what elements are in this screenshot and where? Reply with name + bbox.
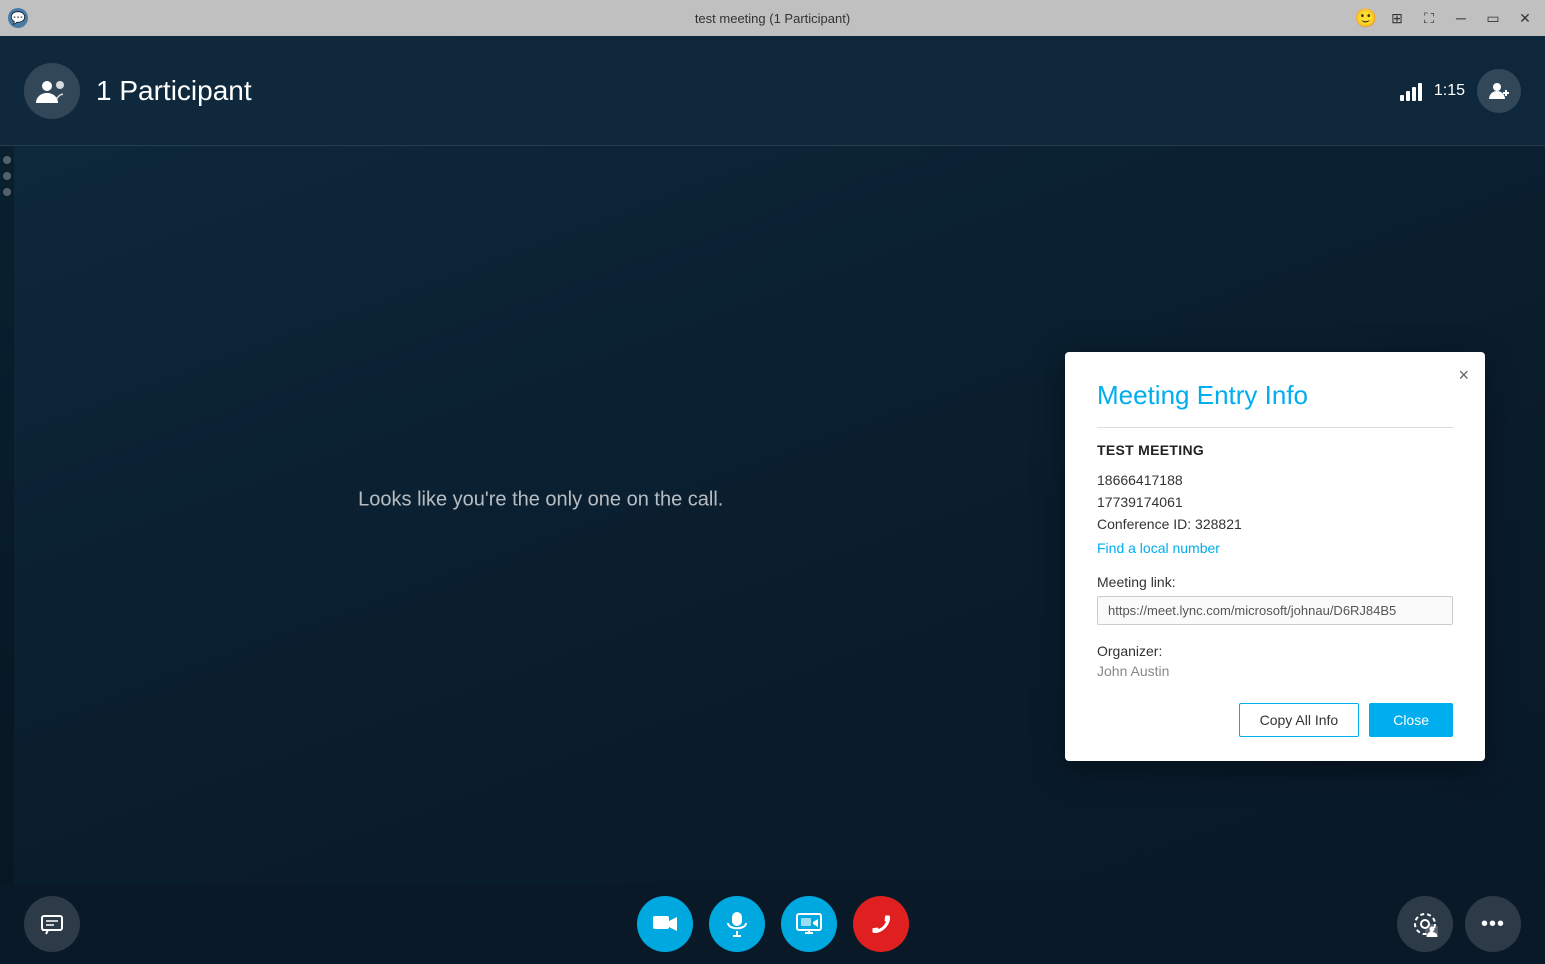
modal-title: Meeting Entry Info: [1097, 380, 1453, 411]
title-bar-title: test meeting (1 Participant): [695, 11, 850, 26]
screen-icon[interactable]: ⊞: [1385, 6, 1409, 30]
meeting-entry-info-modal: × Meeting Entry Info TEST MEETING 186664…: [1065, 352, 1485, 761]
modal-meeting-name: TEST MEETING: [1097, 442, 1453, 458]
app-icon: 💬: [8, 8, 28, 28]
modal-phone-2: 17739174061: [1097, 494, 1453, 510]
main-area: 1 Participant 1:15: [0, 36, 1545, 964]
modal-close-button[interactable]: ×: [1458, 366, 1469, 384]
modal-actions: Copy All Info Close: [1097, 703, 1453, 737]
maximize-icon[interactable]: ⛶: [1417, 6, 1441, 30]
title-bar-left: 💬: [8, 8, 28, 28]
find-local-number-link[interactable]: Find a local number: [1097, 540, 1453, 556]
emoji-icon[interactable]: 🙂: [1355, 8, 1377, 29]
minimize-icon[interactable]: ─: [1449, 6, 1473, 30]
modal-organizer-label: Organizer:: [1097, 643, 1453, 659]
modal-phone-1: 18666417188: [1097, 472, 1453, 488]
modal-conference-id: Conference ID: 328821: [1097, 516, 1453, 532]
copy-all-info-button[interactable]: Copy All Info: [1239, 703, 1360, 737]
title-bar: 💬 test meeting (1 Participant) 🙂 ⊞ ⛶ ─ ▭…: [0, 0, 1545, 36]
modal-overlay: × Meeting Entry Info TEST MEETING 186664…: [0, 72, 1545, 964]
title-bar-controls: 🙂 ⊞ ⛶ ─ ▭ ✕: [1355, 6, 1537, 30]
modal-divider: [1097, 427, 1453, 428]
modal-meeting-link-label: Meeting link:: [1097, 574, 1453, 590]
close-icon[interactable]: ✕: [1513, 6, 1537, 30]
modal-organizer-name: John Austin: [1097, 663, 1453, 679]
close-modal-button[interactable]: Close: [1369, 703, 1453, 737]
modal-link-box[interactable]: https://meet.lync.com/microsoft/johnau/D…: [1097, 596, 1453, 625]
restore-icon[interactable]: ▭: [1481, 6, 1505, 30]
